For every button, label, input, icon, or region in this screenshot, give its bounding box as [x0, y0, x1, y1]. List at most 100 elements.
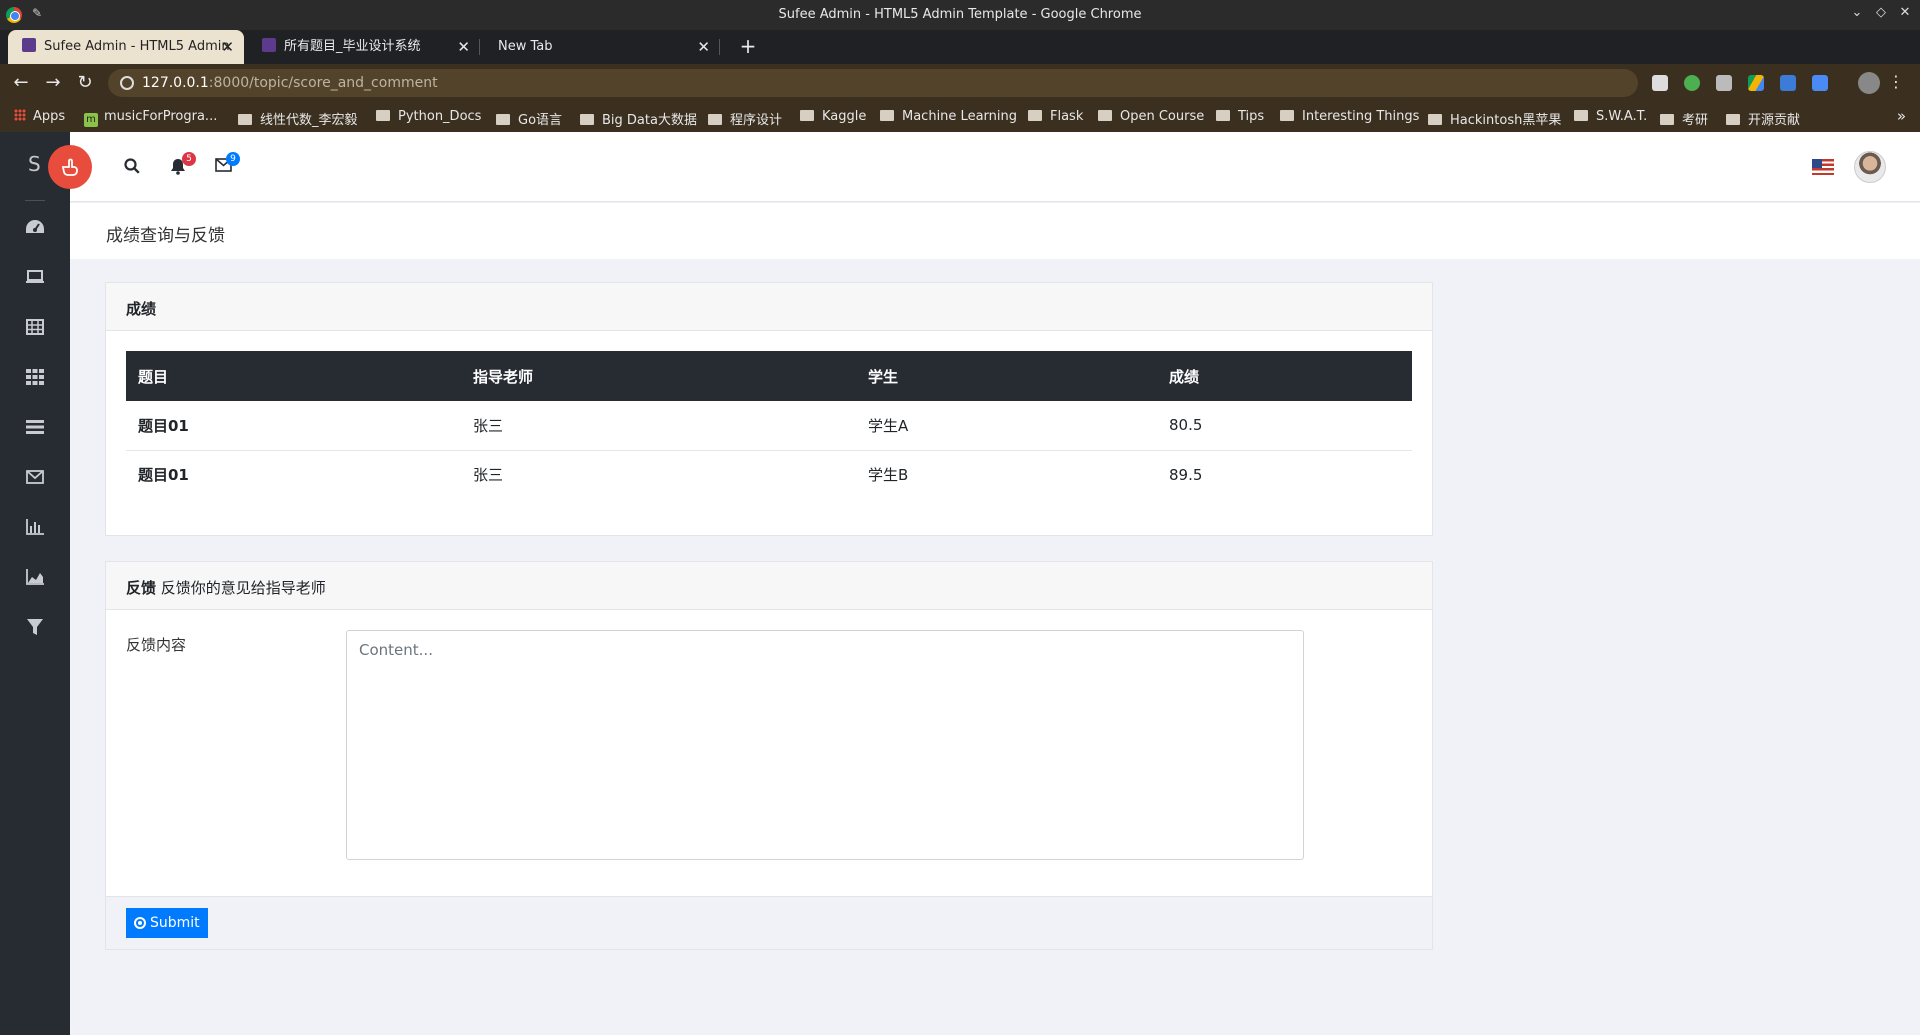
bookmark-folder[interactable]: Go语言: [496, 109, 562, 128]
top-header: 5 9: [70, 132, 1920, 202]
sidebar-brand[interactable]: S: [28, 152, 41, 176]
maximize-icon[interactable]: ◇: [1872, 5, 1890, 20]
sidebar: S: [0, 132, 70, 1035]
notifications-badge: 5: [182, 152, 196, 166]
tab-close-icon[interactable]: ✕: [457, 30, 470, 64]
dashboard-icon[interactable]: [24, 216, 46, 238]
table-row: 题目01 张三 学生B 89.5: [126, 450, 1412, 499]
translate-icon[interactable]: [1812, 75, 1828, 91]
user-avatar[interactable]: [1854, 151, 1886, 183]
extension-icon[interactable]: [1780, 75, 1796, 91]
bookmark-folder[interactable]: 考研: [1660, 109, 1708, 128]
extension-icon[interactable]: [1684, 75, 1700, 91]
table-row: 题目01 张三 学生A 80.5: [126, 401, 1412, 451]
bookmark-folder[interactable]: Tips: [1216, 109, 1264, 124]
bookmark-folder[interactable]: Machine Learning: [880, 109, 1017, 124]
score-cell: 89.5: [1169, 465, 1203, 484]
submit-label: Submit: [150, 915, 200, 931]
bookmark-folder[interactable]: Kaggle: [800, 109, 866, 124]
bookmarks-overflow-icon[interactable]: »: [1897, 107, 1906, 125]
folder-icon: [580, 114, 594, 125]
bookmark-folder[interactable]: S.W.A.T.: [1574, 109, 1647, 124]
minimize-icon[interactable]: ⌄: [1848, 5, 1866, 20]
grid-icon[interactable]: [24, 366, 46, 388]
area-chart-icon[interactable]: [24, 566, 46, 588]
laptop-icon[interactable]: [24, 266, 46, 288]
bookmark-folder[interactable]: 线性代数_李宏毅: [238, 109, 358, 128]
bookmark-item[interactable]: m musicForProgra...: [84, 109, 217, 127]
bookmark-folder[interactable]: Open Course: [1098, 109, 1204, 124]
bookmark-folder[interactable]: 程序设计: [708, 109, 782, 128]
tab-sufee-admin[interactable]: Sufee Admin - HTML5 Admin ✕: [8, 30, 244, 64]
folder-icon: [1280, 110, 1294, 121]
table-header-row: 题目 指导老师 学生 成绩: [126, 351, 1412, 401]
tab-label: Sufee Admin - HTML5 Admin: [44, 39, 230, 54]
tab-strip: Sufee Admin - HTML5 Admin ✕ 所有题目_毕业设计系统 …: [0, 30, 1920, 64]
profile-avatar[interactable]: [1858, 72, 1880, 94]
window-title: Sufee Admin - HTML5 Admin Template - Goo…: [778, 7, 1142, 22]
hand-pointer-icon: [61, 158, 78, 176]
window-titlebar: ✎ Sufee Admin - HTML5 Admin Template - G…: [0, 0, 1920, 30]
reload-icon[interactable]: ↻: [74, 72, 96, 93]
feedback-card-title: 反馈: [126, 579, 157, 597]
page-title: 成绩查询与反馈: [106, 226, 225, 246]
student-cell: 学生B: [868, 466, 909, 485]
folder-icon: [880, 110, 894, 121]
topic-cell: 题目01: [138, 466, 189, 485]
address-bar[interactable]: 127.0.0.1:8000/topic/score_and_comment: [108, 69, 1638, 97]
advisor-cell: 张三: [461, 401, 856, 451]
bookmark-folder[interactable]: 开源贡献: [1726, 109, 1800, 128]
feedback-card-footer: Submit: [106, 896, 1432, 949]
site-info-icon[interactable]: [120, 76, 134, 90]
bookmark-folder[interactable]: Big Data大数据: [580, 109, 697, 128]
filter-icon[interactable]: [24, 616, 46, 638]
envelope-icon[interactable]: [24, 466, 46, 488]
new-tab-button[interactable]: +: [736, 35, 760, 59]
tab-close-icon[interactable]: ✕: [697, 30, 710, 64]
column-header: 成绩: [1157, 351, 1412, 401]
forward-icon[interactable]: →: [42, 72, 64, 93]
feedback-form: 反馈内容: [106, 610, 1432, 897]
bookmark-folder[interactable]: Hackintosh黑苹果: [1428, 109, 1561, 128]
tab-label: New Tab: [498, 39, 553, 54]
folder-icon: [1098, 110, 1112, 121]
scores-card-header: 成绩: [106, 283, 1432, 331]
back-icon[interactable]: ←: [10, 72, 32, 93]
search-icon[interactable]: [124, 158, 142, 176]
close-window-icon[interactable]: ✕: [1896, 5, 1914, 20]
tab-label: 所有题目_毕业设计系统: [284, 39, 421, 54]
bookmark-folder[interactable]: Interesting Things: [1280, 109, 1419, 124]
folder-icon: [1028, 110, 1042, 121]
folder-icon: [1216, 110, 1230, 121]
page-title-bar: 成绩查询与反馈: [70, 203, 1920, 259]
bookmark-apps[interactable]: Apps: [14, 109, 65, 124]
tab-all-topics[interactable]: 所有题目_毕业设计系统 ✕: [248, 30, 480, 64]
chrome-menu-icon[interactable]: ⋮: [1885, 72, 1907, 91]
bookmark-folder[interactable]: Flask: [1028, 109, 1083, 124]
folder-icon: [1726, 114, 1740, 125]
extension-icon[interactable]: [1652, 75, 1668, 91]
table-icon[interactable]: [24, 316, 46, 338]
scores-card: 成绩 题目 指导老师 学生 成绩 题目01 张三 学生A 80.5 题目01 张…: [105, 282, 1433, 536]
folder-icon: [1574, 110, 1588, 121]
messages-badge: 9: [226, 152, 240, 166]
us-flag-icon[interactable]: [1812, 159, 1834, 175]
url-host: 127.0.0.1: [142, 75, 209, 91]
google-drive-icon[interactable]: [1748, 75, 1764, 91]
bookmark-folder[interactable]: Python_Docs: [376, 109, 481, 124]
forms-icon[interactable]: [24, 416, 46, 438]
folder-icon: [1428, 114, 1442, 125]
tab-new-tab[interactable]: New Tab ✕: [484, 30, 720, 64]
menu-toggle-button[interactable]: [48, 145, 92, 189]
submit-button[interactable]: Submit: [126, 908, 208, 938]
tab-close-icon[interactable]: ✕: [221, 30, 234, 64]
student-cell: 学生A: [856, 401, 1157, 451]
feedback-card-subtitle: 反馈你的意见给指导老师: [156, 579, 326, 597]
bookmarks-bar: Apps m musicForProgra... 线性代数_李宏毅 Python_…: [0, 102, 1920, 132]
extension-icon[interactable]: [1716, 75, 1732, 91]
feedback-content-textarea[interactable]: [346, 630, 1304, 860]
topic-cell: 题目01: [126, 401, 461, 451]
site-favicon-icon: [22, 38, 36, 52]
dot-circle-icon: [134, 917, 146, 929]
bar-chart-icon[interactable]: [24, 516, 46, 538]
